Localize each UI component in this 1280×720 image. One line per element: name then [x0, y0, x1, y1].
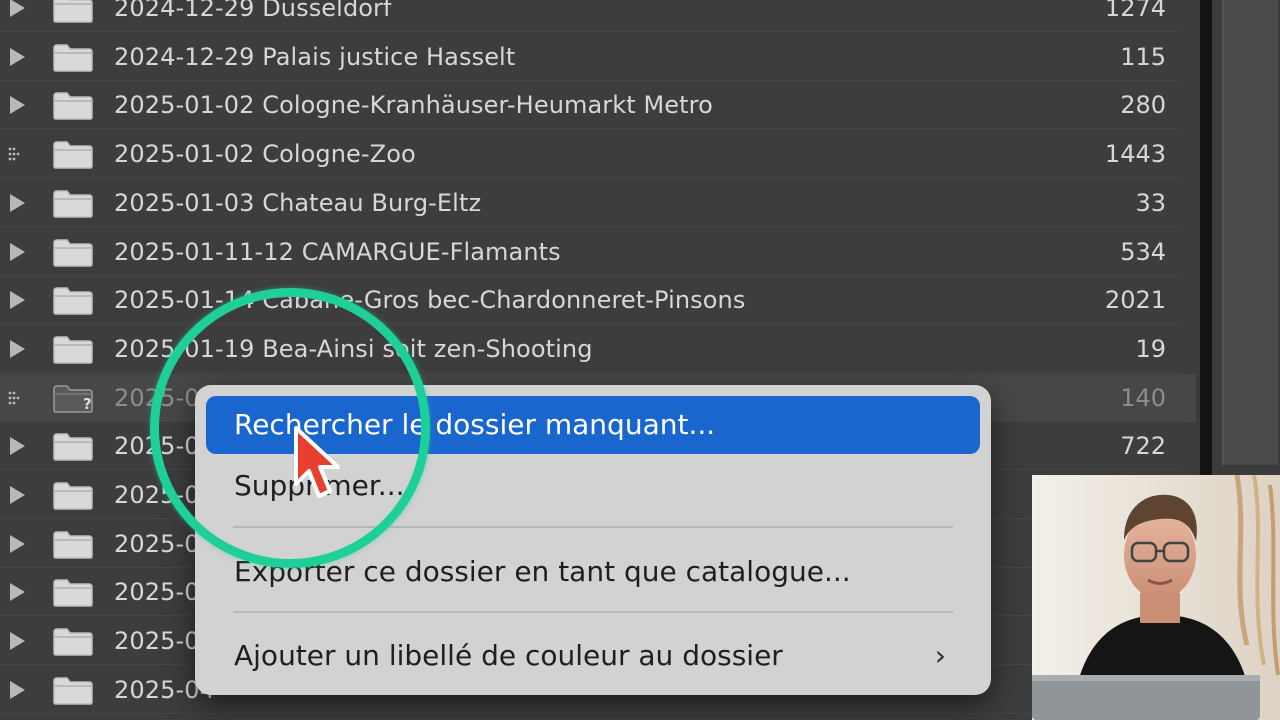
folder-icon — [53, 287, 93, 315]
menu-separator — [233, 611, 953, 613]
folder-name: 2024-12-29 Palais justice Hasselt — [114, 42, 516, 71]
folder-icon — [53, 579, 93, 608]
folder-name: 2025-0 — [114, 529, 200, 558]
folder-name: 2025-0 — [114, 578, 200, 607]
folder-icon — [53, 677, 93, 705]
folder-row[interactable]: 2025-01-02 Cologne-Zoo 1443 — [0, 130, 1196, 179]
right-pane — [1222, 0, 1278, 465]
folder-icon — [53, 43, 93, 72]
folder-photo-count: 33 — [1135, 188, 1166, 217]
folder-name: 2025-01-03 Chateau Burg-Eltz — [114, 188, 482, 217]
disclosure-arrow-icon[interactable] — [10, 96, 25, 115]
folder-icon — [53, 628, 93, 656]
disclosure-arrow-icon[interactable] — [10, 339, 25, 358]
folder-icon — [53, 190, 93, 218]
folder-name: 2025-01-02 Cologne-Zoo — [114, 140, 416, 169]
folder-row[interactable]: 2025-01-14 Cabane-Gros bec-Chardonneret-… — [0, 276, 1196, 325]
folder-icon — [53, 0, 93, 23]
folder-row[interactable]: 2025-01-02 Cologne-Kranhäuser-Heumarkt M… — [0, 81, 1196, 130]
folder-icon — [53, 238, 93, 267]
folder-photo-count: 1274 — [1104, 0, 1166, 22]
folder-name: 2025-01-11-12 CAMARGUE-Flamants — [114, 237, 561, 266]
disclosure-arrow-icon[interactable] — [10, 583, 25, 602]
folder-photo-count: 534 — [1120, 237, 1166, 266]
folder-icon — [53, 92, 93, 121]
disclosure-arrow-icon[interactable] — [10, 632, 25, 651]
disclosure-arrow-icon[interactable] — [10, 47, 25, 66]
folder-name: 2025-01-02 Cologne-Kranhäuser-Heumarkt M… — [114, 91, 713, 120]
folder-icon — [53, 141, 93, 169]
presenter-image — [1032, 475, 1280, 720]
missing-folder-icon: ? — [53, 384, 93, 413]
folder-name: 2024-12-29 Dusseldorf — [114, 0, 392, 22]
folder-row[interactable]: 2024-12-29 Palais justice Hasselt 115 — [0, 33, 1196, 81]
disclosure-arrow-icon[interactable] — [10, 486, 25, 504]
disclosure-arrow-icon[interactable] — [10, 291, 25, 310]
menu-item-add-color-label[interactable]: Ajouter un libellé de couleur au dossier… — [206, 627, 980, 685]
folder-icon — [53, 530, 93, 559]
disclosure-arrow-icon[interactable] — [10, 193, 25, 212]
webcam-presenter-video — [1032, 475, 1280, 720]
stacked-dots-icon[interactable] — [8, 391, 28, 405]
folder-photo-count: 140 — [1120, 383, 1166, 412]
submenu-chevron-icon: › — [934, 639, 946, 672]
folder-icon — [53, 433, 93, 462]
disclosure-arrow-icon[interactable] — [10, 680, 25, 699]
folder-photo-count: 19 — [1135, 334, 1166, 363]
disclosure-arrow-icon[interactable] — [10, 437, 25, 456]
folder-photo-count: 115 — [1120, 42, 1166, 71]
missing-marker: ? — [83, 394, 92, 413]
folder-photo-count: 1443 — [1104, 140, 1166, 169]
folder-icon — [53, 482, 93, 510]
disclosure-arrow-icon[interactable] — [10, 242, 25, 261]
folder-photo-count: 722 — [1120, 432, 1166, 461]
folder-name: 2025-0 — [114, 627, 200, 656]
folder-photo-count: 2021 — [1104, 286, 1166, 315]
folder-row[interactable]: 2024-12-29 Dusseldorf 1274 — [0, 0, 1196, 32]
folder-row[interactable]: 2025-01-03 Chateau Burg-Eltz 33 — [0, 179, 1196, 227]
folder-name: 2025-01-14 Cabane-Gros bec-Chardonneret-… — [114, 286, 746, 315]
menu-item-label: Ajouter un libellé de couleur au dossier — [234, 639, 783, 672]
mouse-cursor-icon — [294, 426, 340, 498]
folder-photo-count: 280 — [1120, 91, 1166, 120]
folder-icon — [53, 336, 93, 364]
folder-row[interactable]: 2025-01-11-12 CAMARGUE-Flamants 534 — [0, 228, 1196, 276]
disclosure-arrow-icon[interactable] — [10, 0, 25, 17]
stacked-dots-icon[interactable] — [8, 147, 28, 161]
disclosure-arrow-icon[interactable] — [10, 534, 25, 553]
row-separator — [0, 712, 1178, 714]
focus-highlight-circle — [150, 288, 430, 568]
